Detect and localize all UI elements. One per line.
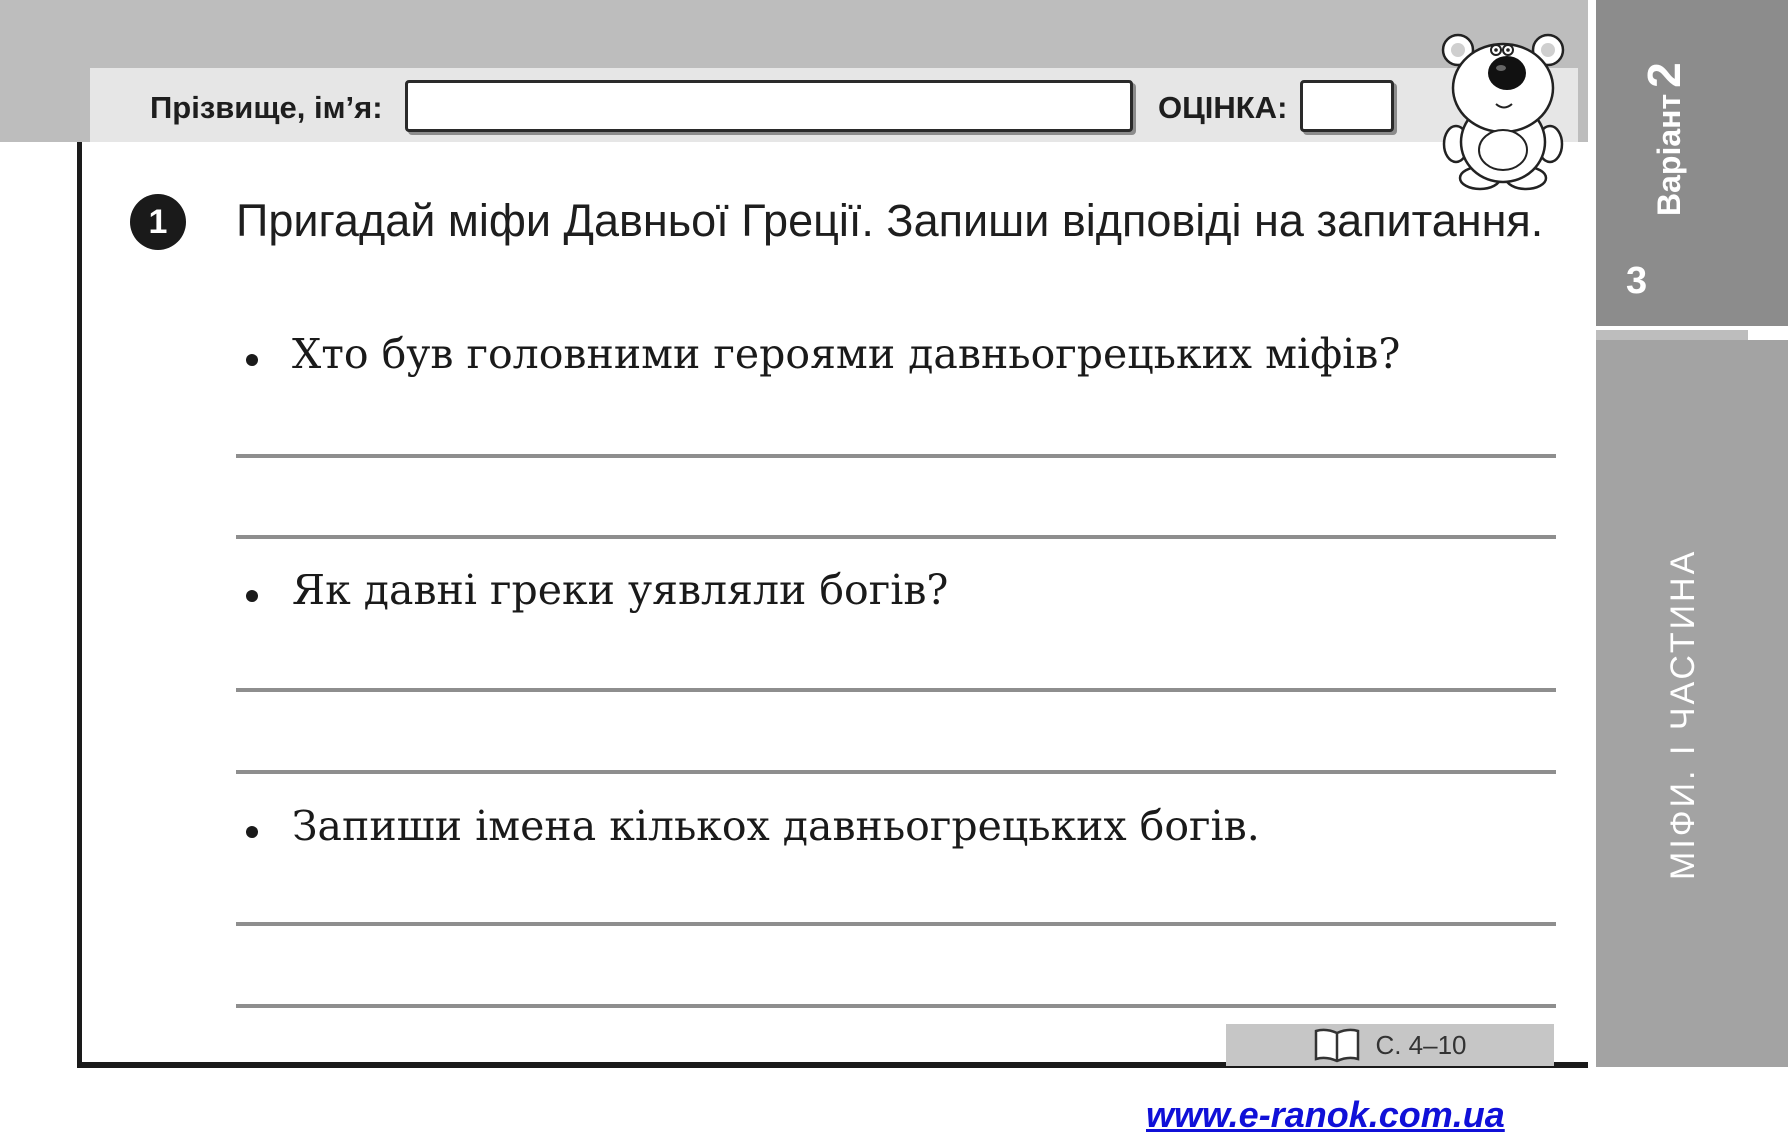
website-link[interactable]: www.e-ranok.com.ua xyxy=(1146,1094,1505,1136)
answer-line-1b[interactable] xyxy=(236,535,1556,539)
sidebar-separator xyxy=(1596,330,1748,340)
page-reference-text: С. 4–10 xyxy=(1375,1029,1467,1060)
task-instruction: Пригадай міфи Давньої Греції. Запиши від… xyxy=(236,195,1544,246)
bullet-icon xyxy=(246,826,258,838)
task-number-badge: 1 xyxy=(130,194,186,250)
answer-line-2b[interactable] xyxy=(236,770,1556,774)
name-input[interactable] xyxy=(405,80,1133,132)
page-reference: С. 4–10 xyxy=(1226,1024,1554,1066)
bullet-icon xyxy=(246,590,258,602)
page-number: 3 xyxy=(1626,260,1648,302)
variant-text: Варіант xyxy=(1651,93,1687,216)
answer-line-3a[interactable] xyxy=(236,922,1556,926)
bear-mascot-icon xyxy=(1441,33,1565,191)
sidebar-variant-panel xyxy=(1596,0,1788,326)
grade-input[interactable] xyxy=(1300,80,1394,132)
question-3: Запиши імена кількох давньогрецьких богі… xyxy=(292,802,1260,850)
frame-left-border xyxy=(77,142,82,1067)
variant-label: Варіант 2 xyxy=(1637,62,1691,216)
bullet-icon xyxy=(246,354,258,366)
section-title: МІФИ. І ЧАСТИНА xyxy=(1664,548,1702,880)
grade-label: ОЦІНКА: xyxy=(1158,90,1288,125)
name-label: Прізвище, ім’я: xyxy=(150,90,383,125)
open-book-icon xyxy=(1315,1028,1360,1063)
question-2: Як давні греки уявляли богів? xyxy=(292,566,949,614)
question-1: Хто був головними героями давньогрецьких… xyxy=(292,330,1401,378)
answer-line-3b[interactable] xyxy=(236,1004,1556,1008)
answer-line-1a[interactable] xyxy=(236,454,1556,458)
answer-line-2a[interactable] xyxy=(236,688,1556,692)
variant-number: 2 xyxy=(1638,62,1690,88)
